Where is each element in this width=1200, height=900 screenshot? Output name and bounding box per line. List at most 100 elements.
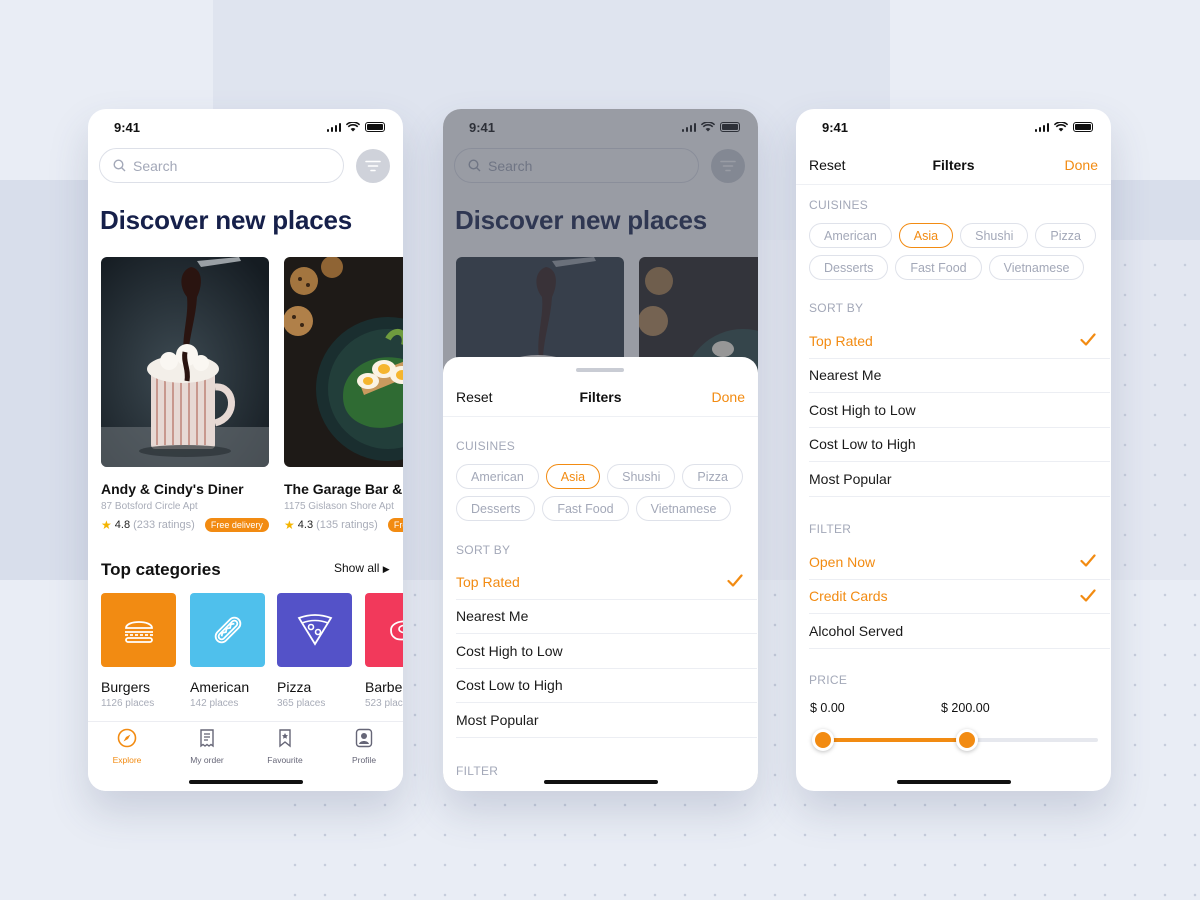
option-label: Most Popular — [456, 711, 539, 728]
category-tile — [190, 593, 265, 667]
chip-shushi[interactable]: Shushi — [960, 223, 1029, 248]
chip-asia[interactable]: Asia — [898, 223, 954, 248]
battery-icon — [1073, 122, 1093, 132]
sort-option-cost-high-to-low[interactable]: Cost High to Low — [456, 634, 757, 669]
chip-fast-food[interactable]: Fast Food — [895, 255, 982, 280]
show-all-link[interactable]: Show all ▶ — [334, 561, 390, 575]
cellular-signal-icon — [326, 122, 341, 132]
explore-screen: 9:41 Search Discover new places Andy & C… — [88, 109, 403, 791]
sort-option-top-rated[interactable]: Top Rated — [809, 324, 1110, 359]
star-icon: ★ — [284, 518, 295, 532]
tab-label: Explore — [112, 755, 142, 765]
place-photo — [101, 257, 269, 467]
price-min-handle[interactable] — [812, 729, 834, 751]
profile-icon — [355, 728, 373, 748]
chip-american[interactable]: American — [809, 223, 892, 248]
category-tile — [365, 593, 403, 667]
category-name: Barbec — [365, 679, 403, 695]
option-label: Cost High to Low — [809, 401, 916, 418]
tab-label: Favourite — [267, 755, 303, 765]
place-rating: 4.8 — [114, 519, 131, 531]
category-tile — [101, 593, 176, 667]
chip-asia[interactable]: Asia — [545, 464, 601, 489]
sort-option-most-popular[interactable]: Most Popular — [456, 703, 757, 738]
filter-icon — [365, 160, 381, 172]
chip-pizza[interactable]: Pizza — [1035, 223, 1096, 248]
page-title: Discover new places — [100, 205, 352, 235]
section-label: CUISINES — [456, 439, 516, 453]
tab-profile[interactable]: Profile — [334, 728, 394, 765]
chip-fast-food[interactable]: Fast Food — [542, 496, 629, 521]
tab-favourite[interactable]: Favourite — [255, 728, 315, 765]
search-icon — [113, 159, 126, 172]
price-max-handle[interactable] — [956, 729, 978, 751]
sort-option-cost-low-to-high[interactable]: Cost Low to High — [456, 669, 757, 703]
filter-sheet-screen: 9:41 Search Discover new places Reset Fi… — [443, 109, 758, 791]
filter-sheet: Reset Filters Done CUISINES American Asi… — [443, 357, 758, 791]
search-input[interactable]: Search — [99, 148, 344, 183]
chip-desserts[interactable]: Desserts — [809, 255, 889, 280]
section-label: FILTER — [456, 764, 499, 778]
option-label: Nearest Me — [809, 367, 882, 384]
sheet-handle[interactable] — [576, 368, 624, 372]
filter-button[interactable] — [356, 149, 390, 183]
battery-icon — [365, 122, 385, 132]
chip-vietnamese[interactable]: Vietnamese — [988, 255, 1085, 280]
chip-american[interactable]: American — [456, 464, 539, 489]
category-name: Pizza — [277, 679, 312, 695]
filters-screen: 9:41 Reset Filters Done CUISINES America… — [796, 109, 1111, 791]
checkmark-icon — [1080, 554, 1096, 567]
chip-vietnamese[interactable]: Vietnamese — [635, 496, 732, 521]
category-item[interactable]: Burgers 1126 places — [101, 593, 176, 709]
section-label: PRICE — [809, 673, 848, 687]
sort-option-cost-low-to-high[interactable]: Cost Low to High — [809, 428, 1110, 462]
category-count: 1126 places — [101, 698, 155, 709]
category-name: Burgers — [101, 679, 151, 695]
sort-option-most-popular[interactable]: Most Popular — [809, 462, 1110, 497]
category-tile — [277, 593, 352, 667]
sort-option-nearest-me[interactable]: Nearest Me — [809, 359, 1110, 393]
tab-label: My order — [190, 755, 224, 765]
done-button[interactable]: Done — [1065, 157, 1098, 173]
compass-icon — [117, 728, 137, 748]
filter-option-alcohol-served[interactable]: Alcohol Served — [809, 614, 1110, 649]
star-icon: ★ — [101, 518, 112, 532]
chip-shushi[interactable]: Shushi — [607, 464, 676, 489]
status-time: 9:41 — [114, 120, 141, 135]
filter-option-open-now[interactable]: Open Now — [809, 545, 1110, 580]
show-all-label: Show all — [334, 561, 380, 575]
done-button[interactable]: Done — [712, 389, 745, 405]
filter-option-credit-cards[interactable]: Credit Cards — [809, 580, 1110, 614]
place-name: The Garage Bar & G — [284, 481, 403, 497]
place-name: Andy & Cindy's Diner — [101, 481, 244, 497]
chip-pizza[interactable]: Pizza — [682, 464, 743, 489]
chip-desserts[interactable]: Desserts — [456, 496, 536, 521]
dot-pattern — [1110, 250, 1200, 580]
category-item[interactable]: Pizza 365 places — [277, 593, 352, 709]
cuisine-chips: American Asia Shushi Pizza Desserts Fast… — [809, 223, 1099, 280]
home-indicator — [544, 780, 658, 784]
status-time: 9:41 — [822, 120, 849, 135]
sort-option-top-rated[interactable]: Top Rated — [456, 565, 757, 600]
category-item[interactable]: American 142 places — [190, 593, 265, 709]
tab-my-order[interactable]: My order — [177, 728, 237, 765]
option-label: Open Now — [809, 553, 876, 570]
sort-option-cost-high-to-low[interactable]: Cost High to Low — [809, 393, 1110, 428]
cuisine-chips: American Asia Shushi Pizza Desserts Fast… — [456, 464, 746, 521]
place-card[interactable]: Andy & Cindy's Diner 87 Botsford Circle … — [101, 257, 269, 532]
option-label: Cost High to Low — [456, 642, 563, 659]
place-card[interactable]: The Garage Bar & G 1175 Gislason Shore A… — [284, 257, 403, 532]
option-label: Most Popular — [809, 470, 892, 487]
checkmark-icon — [1080, 588, 1096, 602]
place-ratings-count: (135 ratings) — [316, 519, 378, 531]
status-bar: 9:41 — [796, 109, 1111, 149]
place-photo — [284, 257, 403, 467]
price-min-value: $ 0.00 — [810, 701, 845, 715]
tab-explore[interactable]: Explore — [97, 728, 157, 765]
place-address: 87 Botsford Circle Apt — [101, 501, 198, 512]
category-name: American — [190, 679, 250, 695]
sort-option-nearest-me[interactable]: Nearest Me — [456, 600, 757, 634]
option-label: Cost Low to High — [456, 677, 563, 694]
category-item[interactable]: Barbec 523 plac — [365, 593, 403, 709]
bookmark-icon — [279, 729, 291, 748]
